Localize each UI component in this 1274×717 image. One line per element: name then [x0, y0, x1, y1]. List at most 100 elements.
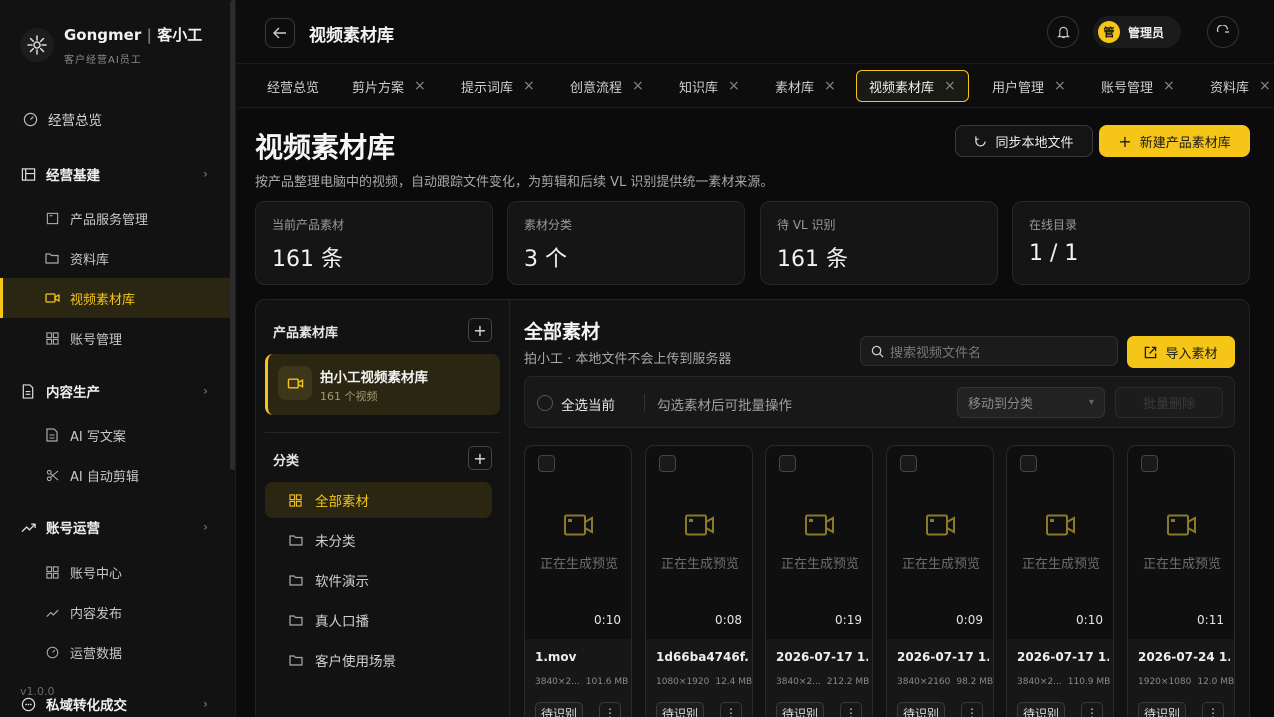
sync-local-button[interactable]: 同步本地文件 [955, 125, 1093, 157]
video-filename: 1.mov [535, 650, 577, 664]
category-software-demo[interactable]: 软件演示 [265, 562, 492, 598]
more-options-icon[interactable]: ⋮ [720, 702, 742, 717]
notification-button[interactable] [1047, 16, 1079, 48]
brand-name: Gongmer [64, 26, 142, 44]
video-thumbnail[interactable]: 正在生成预览 0:10 [1007, 446, 1113, 639]
tab-users[interactable]: 用户管理 × [980, 70, 1078, 102]
video-meta: 1920×1080 12.0 MB [1138, 677, 1234, 687]
card-checkbox[interactable] [1020, 455, 1037, 472]
add-category-button[interactable]: + [468, 446, 492, 470]
more-options-icon[interactable]: ⋮ [1202, 702, 1224, 717]
tab-materials[interactable]: 素材库 × [763, 70, 848, 102]
category-live-host[interactable]: 真人口播 [265, 602, 492, 638]
tab-video-library[interactable]: 视频素材库 × [856, 70, 969, 102]
close-icon[interactable]: × [728, 78, 740, 94]
status-badge[interactable]: 待识别 [656, 702, 704, 717]
sidebar-item-accounts[interactable]: 账号管理 [0, 318, 230, 358]
video-icon [1167, 514, 1196, 536]
sidebar-scrollbar[interactable] [230, 0, 235, 470]
sidebar-item-account-center[interactable]: 账号中心 [0, 552, 230, 592]
sidebar-group-private-domain[interactable]: 私域转化成交 › [0, 684, 230, 717]
video-card[interactable]: 正在生成预览 0:10 2026-07-17 1... 3840×2... 110… [1006, 445, 1114, 717]
logout-button[interactable] [1207, 16, 1239, 48]
scissors-icon [44, 467, 60, 483]
status-badge[interactable]: 待识别 [535, 702, 583, 717]
sidebar-item-publish[interactable]: 内容发布 [0, 592, 230, 632]
tab-label: 视频素材库 [869, 80, 935, 96]
video-card[interactable]: 正在生成预览 0:19 2026-07-17 1... 3840×2... 212… [765, 445, 873, 717]
select-all-checkbox[interactable] [537, 395, 553, 411]
sidebar-item-overview[interactable]: 经营总览 [0, 99, 230, 139]
video-thumbnail[interactable]: 正在生成预览 0:09 [887, 446, 993, 639]
batch-delete-button[interactable]: 批量删除 [1115, 387, 1223, 418]
card-checkbox[interactable] [659, 455, 676, 472]
close-icon[interactable]: × [824, 78, 836, 94]
sidebar-group-content[interactable]: 内容生产 › [0, 371, 230, 411]
video-card[interactable]: 正在生成预览 0:10 1.mov 3840×2... 101.6 MB 待识别 … [524, 445, 632, 717]
import-button[interactable]: 导入素材 [1127, 336, 1235, 368]
close-icon[interactable]: × [523, 78, 535, 94]
tab-prompts[interactable]: 提示词库 × [449, 70, 547, 102]
sidebar-item-analytics[interactable]: 运营数据 [0, 632, 230, 672]
video-card[interactable]: 正在生成预览 0:09 2026-07-17 1... 3840×2160 98.… [886, 445, 994, 717]
category-uncategorized[interactable]: 未分类 [265, 522, 492, 558]
more-options-icon[interactable]: ⋮ [840, 702, 862, 717]
tab-creative-flow[interactable]: 创意流程 × [558, 70, 656, 102]
tab-resources[interactable]: 资料库 × [1198, 70, 1274, 102]
move-category-select[interactable]: 移动到分类 ▾ [957, 387, 1105, 418]
document-icon [20, 383, 36, 399]
category-label: 客户使用场景 [315, 654, 396, 670]
video-thumbnail[interactable]: 正在生成预览 0:08 [646, 446, 752, 639]
tab-accounts[interactable]: 账号管理 × [1089, 70, 1187, 102]
sidebar-item-ai-edit[interactable]: AI 自动剪辑 [0, 455, 230, 495]
new-library-button[interactable]: + 新建产品素材库 [1099, 125, 1250, 157]
tab-overview[interactable]: 经营总览 [255, 70, 331, 102]
card-checkbox[interactable] [1141, 455, 1158, 472]
folder-icon [289, 614, 305, 626]
sidebar-item-label: 经营基建 [46, 168, 100, 184]
library-card[interactable]: 拍小工视频素材库 161 个视频 [265, 354, 500, 415]
user-menu[interactable]: 管 管理员 [1093, 16, 1181, 48]
category-all[interactable]: 全部素材 [265, 482, 492, 518]
close-icon[interactable]: × [1054, 78, 1066, 94]
close-icon[interactable]: × [1163, 78, 1175, 94]
video-thumbnail[interactable]: 正在生成预览 0:11 [1128, 446, 1234, 639]
close-icon[interactable]: × [632, 78, 644, 94]
video-thumbnail[interactable]: 正在生成预览 0:10 [525, 446, 631, 639]
stat-value: 161 条 [777, 247, 848, 272]
tab-cut-plan[interactable]: 剪片方案 × [340, 70, 438, 102]
close-icon[interactable]: × [1259, 78, 1271, 94]
sidebar-item-video-library[interactable]: 视频素材库 [0, 278, 230, 318]
select-all-label[interactable]: 全选当前 [561, 394, 615, 414]
status-badge[interactable]: 待识别 [776, 702, 824, 717]
video-card[interactable]: 正在生成预览 0:11 2026-07-24 1... 1920×1080 12.… [1127, 445, 1235, 717]
video-thumbnail[interactable]: 正在生成预览 0:19 [766, 446, 872, 639]
video-meta: 1080×1920 12.4 MB [656, 677, 752, 687]
sidebar-group-infrastructure[interactable]: 经营基建 › [0, 154, 230, 194]
sidebar-group-operations[interactable]: 账号运营 › [0, 507, 230, 547]
tab-knowledge[interactable]: 知识库 × [667, 70, 752, 102]
status-badge[interactable]: 待识别 [1138, 702, 1186, 717]
category-customer-scenes[interactable]: 客户使用场景 [265, 642, 492, 678]
more-options-icon[interactable]: ⋮ [599, 702, 621, 717]
chevron-right-icon: › [203, 697, 208, 711]
card-checkbox[interactable] [779, 455, 796, 472]
back-button[interactable] [265, 18, 295, 48]
search-input[interactable]: 搜索视频文件名 [860, 336, 1118, 366]
sidebar-item-ai-copy[interactable]: AI 写文案 [0, 415, 230, 455]
video-card[interactable]: 正在生成预览 0:08 1d66ba4746f... 1080×1920 12.4… [645, 445, 753, 717]
card-checkbox[interactable] [538, 455, 555, 472]
more-options-icon[interactable]: ⋮ [961, 702, 983, 717]
add-library-button[interactable]: + [468, 318, 492, 342]
sidebar-item-label: 资料库 [70, 252, 110, 268]
grid-icon [44, 564, 60, 580]
brand[interactable]: Gongmer | 客小工 客户经营AI员工 [20, 24, 202, 66]
sidebar-item-resources[interactable]: 资料库 [0, 238, 230, 278]
card-checkbox[interactable] [900, 455, 917, 472]
sidebar-item-products[interactable]: 产品服务管理 [0, 198, 230, 238]
more-options-icon[interactable]: ⋮ [1081, 702, 1103, 717]
status-badge[interactable]: 待识别 [897, 702, 945, 717]
close-icon[interactable]: × [414, 78, 426, 94]
status-badge[interactable]: 待识别 [1017, 702, 1065, 717]
close-icon[interactable]: × [944, 78, 956, 94]
